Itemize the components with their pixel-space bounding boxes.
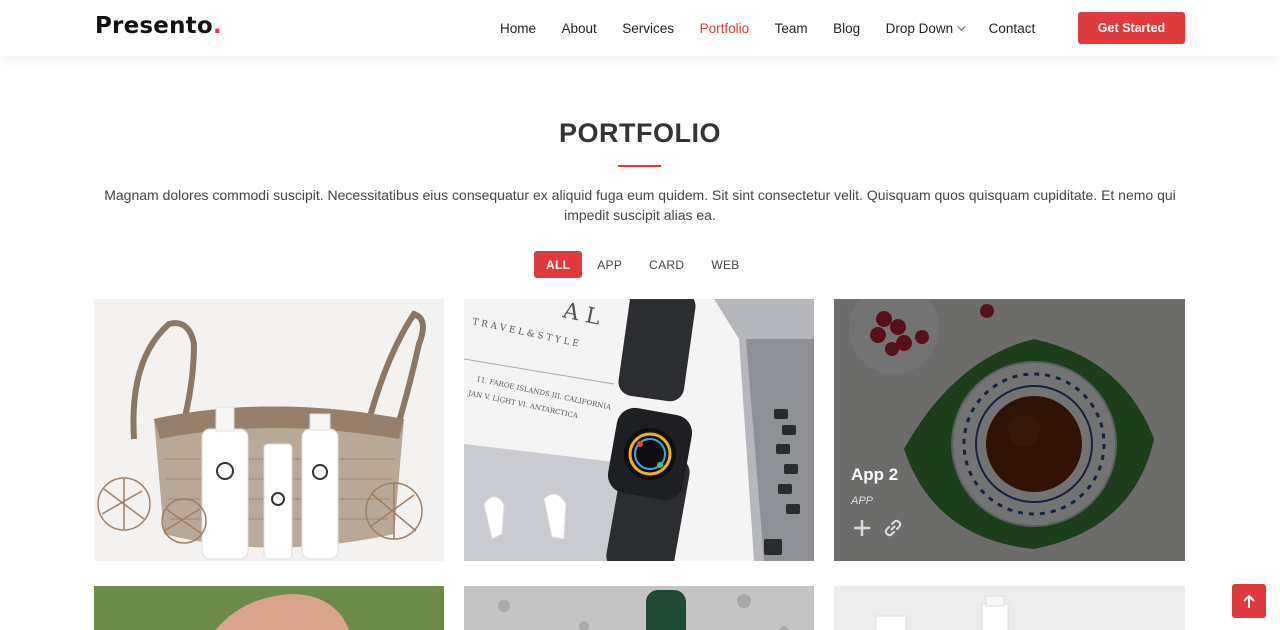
portfolio-item-hovered[interactable]: App 2 APP bbox=[834, 299, 1185, 561]
nav-services[interactable]: Services bbox=[622, 21, 674, 36]
nav-blog[interactable]: Blog bbox=[833, 21, 860, 36]
arrow-up-icon bbox=[1243, 595, 1255, 608]
filter-app[interactable]: APP bbox=[585, 251, 634, 278]
item-category: APP bbox=[851, 495, 874, 507]
white-bottles-image bbox=[834, 586, 1185, 630]
get-started-button[interactable]: Get Started bbox=[1078, 12, 1185, 44]
nav-dropdown[interactable]: Drop Down bbox=[885, 20, 966, 36]
link-icon[interactable] bbox=[882, 517, 904, 539]
plus-icon[interactable] bbox=[851, 517, 873, 539]
title-underline bbox=[618, 165, 661, 167]
nav-team[interactable]: Team bbox=[775, 21, 808, 36]
filter-all[interactable]: ALL bbox=[534, 251, 583, 278]
back-to-top-button[interactable] bbox=[1232, 584, 1266, 618]
item-actions bbox=[851, 517, 913, 539]
portfolio-item[interactable] bbox=[94, 299, 444, 561]
item-title: App 2 bbox=[851, 465, 899, 484]
portfolio-item[interactable]: T R A V E L & S T Y L E 11. FAROE ISLAND… bbox=[464, 299, 814, 561]
nav-portfolio[interactable]: Portfolio bbox=[700, 21, 750, 36]
nav-dropdown-label: Drop Down bbox=[885, 20, 954, 36]
nav-home[interactable]: Home bbox=[500, 21, 536, 36]
site-logo[interactable]: Presento. bbox=[95, 13, 222, 39]
section-title: PORTFOLIO bbox=[559, 118, 721, 148]
hand-image bbox=[94, 586, 444, 630]
filter-web[interactable]: WEB bbox=[699, 251, 751, 278]
section-description: Magnam dolores commodi suscipit. Necessi… bbox=[104, 187, 1176, 223]
nav-contact[interactable]: Contact bbox=[989, 21, 1036, 36]
chevron-down-icon bbox=[957, 22, 966, 31]
filter-card[interactable]: CARD bbox=[637, 251, 696, 278]
item-info: App 2 APP bbox=[851, 465, 913, 539]
green-bottle-image bbox=[464, 586, 814, 630]
smartwatch-image: T R A V E L & S T Y L E 11. FAROE ISLAND… bbox=[464, 299, 814, 561]
portfolio-item[interactable] bbox=[834, 586, 1185, 630]
main-nav: Home About Services Portfolio Team Blog … bbox=[500, 0, 1061, 56]
portfolio-filters: ALL APP CARD WEB bbox=[534, 251, 755, 278]
site-header: Presento. Home About Services Portfolio … bbox=[0, 0, 1280, 56]
nav-about[interactable]: About bbox=[562, 21, 597, 36]
basket-image bbox=[94, 299, 444, 561]
portfolio-item[interactable] bbox=[464, 586, 814, 630]
portfolio-item[interactable] bbox=[94, 586, 444, 630]
